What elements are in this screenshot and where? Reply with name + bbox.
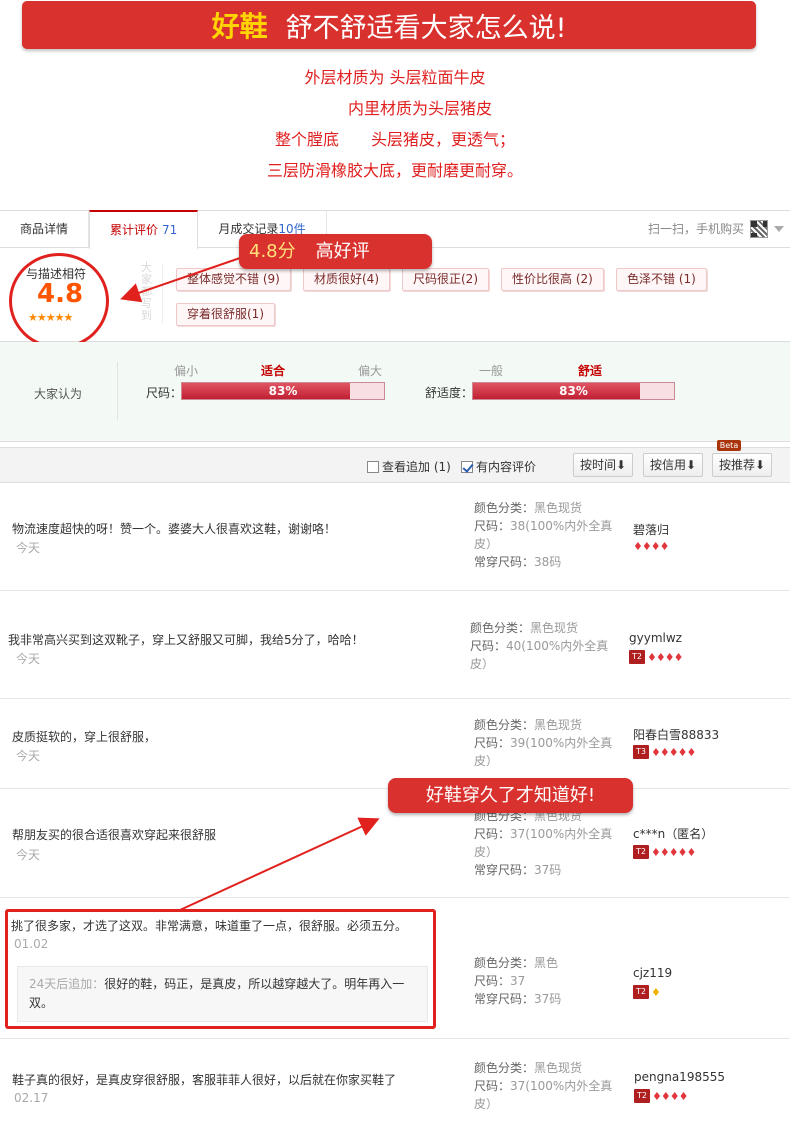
review-text: 帮朋友买的很合适很喜欢穿起来很舒服: [12, 828, 217, 842]
feature-item: 整个膛底 头层猪皮，更透气；: [274, 130, 515, 149]
view-followup-checkbox[interactable]: 查看追加 (1): [367, 458, 451, 475]
checkbox-checked-icon: [461, 460, 473, 473]
review-meta: 颜色分类：黑色现货 尺码：38(100%内外全真皮） 常穿尺码：38码: [474, 501, 613, 569]
tab-product-details[interactable]: 商品详情: [0, 211, 90, 247]
callout-score: 4.8分: [249, 241, 296, 262]
size-bar: 83%: [181, 382, 385, 400]
review-date: 今天: [16, 749, 41, 763]
review-tag[interactable]: 尺码很正(2): [402, 268, 489, 291]
review-text: 鞋子真的很好，是真皮穿很舒服，客服菲菲人很好，以后就在你家买鞋了: [12, 1073, 397, 1087]
highlight-box: [5, 909, 436, 1029]
review-date: 今天: [16, 652, 41, 666]
review-callout: 好鞋穿久了才知道好!: [388, 778, 633, 813]
size-row-label: 尺码：: [146, 386, 183, 400]
score-stars: ★★★★★: [28, 311, 73, 324]
level-badge: T2: [633, 845, 649, 859]
promo-banner: 好鞋 舒不舒适看大家怎么说!: [22, 1, 756, 49]
scan-text: 扫一扫，手机购买: [647, 221, 744, 236]
reviewer-name[interactable]: cjz119: [633, 966, 672, 980]
mobile-buy[interactable]: 扫一扫，手机购买: [648, 211, 790, 247]
review-tag[interactable]: 材质很好(4): [303, 268, 390, 291]
feature-list: 外层材质为 头层粒面牛皮 内里材质为头层猪皮 整个膛底 头层猪皮，更透气； 三层…: [0, 62, 790, 186]
diamond-icon: ♦♦♦♦♦: [651, 745, 696, 759]
sort-by-time-button[interactable]: 按时间⬇: [573, 453, 634, 477]
diamond-icon: ♦♦♦♦♦: [651, 845, 696, 859]
review-meta: 颜色分类：黑色现货 尺码：40(100%内外全真皮）: [470, 621, 609, 671]
beta-badge: Beta: [717, 440, 741, 451]
review-text: 皮质挺软的，穿上很舒服，: [12, 730, 157, 744]
size-bar-percent: 83%: [268, 384, 298, 398]
callout-text: 高好评: [315, 241, 370, 262]
diamond-icon: ♦♦♦♦: [652, 1089, 688, 1103]
reviewer-badge: T2 ♦: [633, 985, 661, 999]
comfort-mid-label: 舒适: [578, 364, 603, 378]
feature-item: 三层防滑橡胶大底，更耐磨更耐穿。: [266, 161, 523, 180]
size-mid-label: 适合: [261, 364, 286, 378]
review-tag[interactable]: 整体感觉不错 (9): [176, 268, 291, 291]
review-meta: 颜色分类：黑色现货 尺码：37(100%内外全真皮） 常穿尺码：37码: [474, 809, 613, 877]
review-tag[interactable]: 色泽不错 (1): [616, 268, 707, 291]
checkbox-icon: [367, 460, 379, 473]
sort-by-recommend-button[interactable]: 按推荐⬇: [712, 453, 773, 477]
review-text: 物流速度超快的呀！赞一个。婆婆大人很喜欢这鞋，谢谢咯！: [12, 522, 337, 536]
tab-reviews[interactable]: 累计评价 71: [89, 210, 199, 249]
reviewer-name[interactable]: gyymlwz: [629, 631, 682, 645]
reviewer-badge: T2 ♦♦♦♦♦: [633, 845, 696, 859]
divider: [162, 264, 163, 324]
reviewer-name[interactable]: c***n（匿名）: [633, 825, 713, 842]
banner-highlight: 好鞋: [211, 10, 268, 43]
diamond-icon: ♦♦♦♦: [647, 650, 683, 664]
review-count: 71: [162, 223, 178, 237]
level-badge: T2: [634, 1089, 650, 1103]
comfort-bar: 83%: [472, 382, 675, 400]
score-callout: 4.8分 高好评: [239, 234, 432, 269]
diamond-icon: ♦: [651, 985, 661, 999]
review-date: 今天: [16, 848, 41, 862]
qr-code-icon: [750, 220, 768, 238]
reviewer-badge: T2 ♦♦♦♦: [629, 650, 683, 664]
reviewer-name[interactable]: 阳春白雪88833: [633, 726, 719, 743]
arrow-down-icon: ⬇: [755, 458, 766, 472]
diamond-icon: ♦♦♦♦: [633, 540, 669, 553]
review-date: 02.17: [14, 1091, 49, 1105]
tags-heading: 大家都写到: [141, 261, 152, 322]
review-meta: 颜色分类：黑色 尺码：37 常穿尺码：37码: [474, 956, 562, 1006]
level-badge: T2: [633, 985, 649, 999]
review-meta: 颜色分类：黑色现货 尺码：39(100%内外全真皮）: [474, 718, 613, 768]
reviewer-name[interactable]: 碧落归: [633, 521, 669, 538]
reviewer-badge: T3 ♦♦♦♦♦: [633, 745, 696, 759]
level-badge: T2: [629, 650, 645, 664]
caret-down-icon: [774, 226, 784, 232]
comfort-bar-percent: 83%: [559, 384, 588, 398]
arrow-down-icon: ⬇: [616, 458, 627, 472]
review-date: 今天: [16, 541, 41, 555]
level-badge: T3: [633, 745, 649, 759]
arrow-down-icon: ⬇: [686, 458, 697, 472]
review-tag[interactable]: 性价比很高 (2): [501, 268, 604, 291]
review-meta: 颜色分类：黑色现货 尺码：37(100%内外全真皮）: [474, 1061, 613, 1111]
comfort-left-label: 一般: [479, 364, 504, 378]
size-left-label: 偏小: [174, 364, 199, 378]
divider: [117, 362, 118, 420]
reviewer-badge: T2 ♦♦♦♦: [634, 1089, 688, 1103]
comfort-row-label: 舒适度：: [425, 386, 474, 400]
feature-item: 外层材质为 头层粒面牛皮: [304, 68, 486, 87]
review-row: [0, 484, 790, 591]
feature-item: 内里材质为头层猪皮: [347, 99, 492, 118]
opinion-title: 大家认为: [34, 387, 83, 401]
review-tag[interactable]: 穿着很舒服(1): [176, 303, 275, 326]
reviewer-badge: ♦♦♦♦: [633, 540, 669, 553]
sort-by-credit-button[interactable]: 按信用⬇: [643, 453, 704, 477]
review-text: 我非常高兴买到这双靴子，穿上又舒服又可脚，我给5分了，哈哈！: [8, 633, 364, 647]
has-content-checkbox[interactable]: 有内容评价: [461, 458, 536, 475]
size-right-label: 偏大: [358, 364, 383, 378]
score-value: 4.8: [37, 279, 84, 309]
reviewer-name[interactable]: pengna198555: [634, 1070, 725, 1084]
banner-text: 舒不舒适看大家怎么说!: [285, 12, 567, 44]
